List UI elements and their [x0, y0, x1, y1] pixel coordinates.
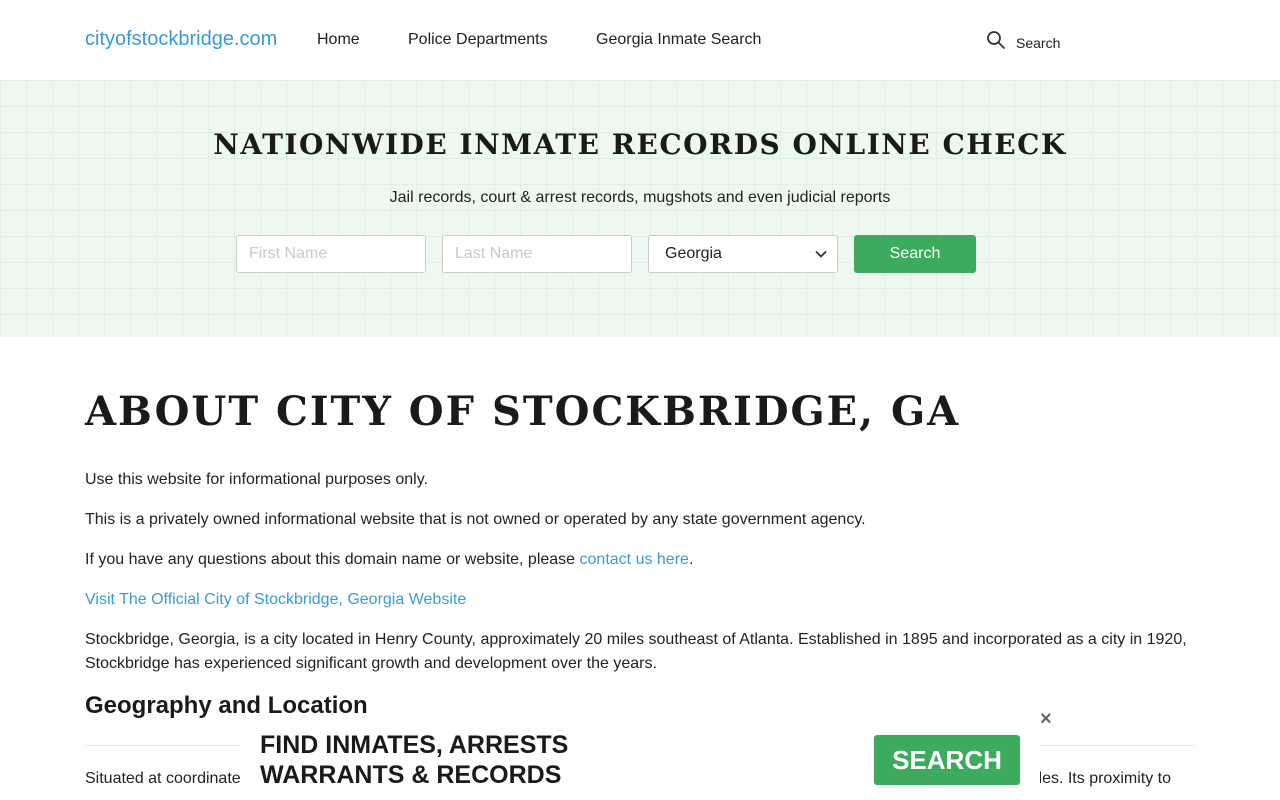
contact-period: .	[688, 551, 694, 568]
official-site-paragraph: Visit The Official City of Stockbridge, …	[85, 588, 1195, 612]
state-select-value: Georgia	[665, 245, 722, 262]
contact-us-link[interactable]: contact us here	[580, 551, 689, 568]
site-logo-link[interactable]: cityofstockbridge.com	[85, 28, 277, 51]
search-icon	[986, 30, 1006, 55]
sticky-search-banner: FIND INMATES, ARRESTS WARRANTS & RECORDS…	[240, 730, 1040, 800]
official-website-link[interactable]: Visit The Official City of Stockbridge, …	[85, 591, 466, 608]
banner-text: FIND INMATES, ARRESTS WARRANTS & RECORDS	[260, 730, 568, 790]
banner-line-2: WARRANTS & RECORDS	[260, 761, 562, 789]
nav-home[interactable]: Home	[317, 31, 360, 49]
geography-text-fragment-right: les. Its proximity to	[1038, 770, 1171, 787]
state-select[interactable]: Georgia	[648, 235, 838, 273]
nav-georgia-inmate-search[interactable]: Georgia Inmate Search	[596, 31, 761, 49]
city-description-paragraph: Stockbridge, Georgia, is a city located …	[85, 631, 1187, 672]
page-title: ABOUT CITY OF STOCKBRIDGE, GA	[85, 388, 961, 435]
header-search-label: Search	[1016, 34, 1061, 51]
geography-text-fragment-left: Situated at coordinate	[85, 770, 241, 787]
hero-title: NATIONWIDE INMATE RECORDS ONLINE CHECK	[213, 128, 1067, 161]
hero-search-button[interactable]: Search	[854, 235, 976, 273]
banner-search-button[interactable]: SEARCH	[874, 735, 1020, 785]
site-header: cityofstockbridge.com Home Police Depart…	[0, 0, 1280, 80]
hero-search-section: NATIONWIDE INMATE RECORDS ONLINE CHECK J…	[0, 80, 1280, 337]
banner-line-1: FIND INMATES, ARRESTS	[260, 731, 569, 759]
disclaimer-paragraph: Use this website for informational purpo…	[85, 471, 428, 488]
ownership-paragraph: This is a privately owned informational …	[85, 511, 866, 528]
contact-text: If you have any questions about this dom…	[85, 551, 580, 568]
header-search-button[interactable]: Search	[986, 30, 1060, 55]
nav-police-departments[interactable]: Police Departments	[408, 31, 548, 49]
hero-subtitle: Jail records, court & arrest records, mu…	[389, 189, 891, 206]
close-icon[interactable]: ×	[1040, 708, 1052, 731]
last-name-input[interactable]	[442, 235, 632, 273]
section-title-geography: Geography and Location	[85, 692, 368, 719]
first-name-input[interactable]	[236, 235, 426, 273]
chevron-down-icon	[815, 245, 827, 263]
contact-paragraph: If you have any questions about this dom…	[85, 548, 1195, 572]
